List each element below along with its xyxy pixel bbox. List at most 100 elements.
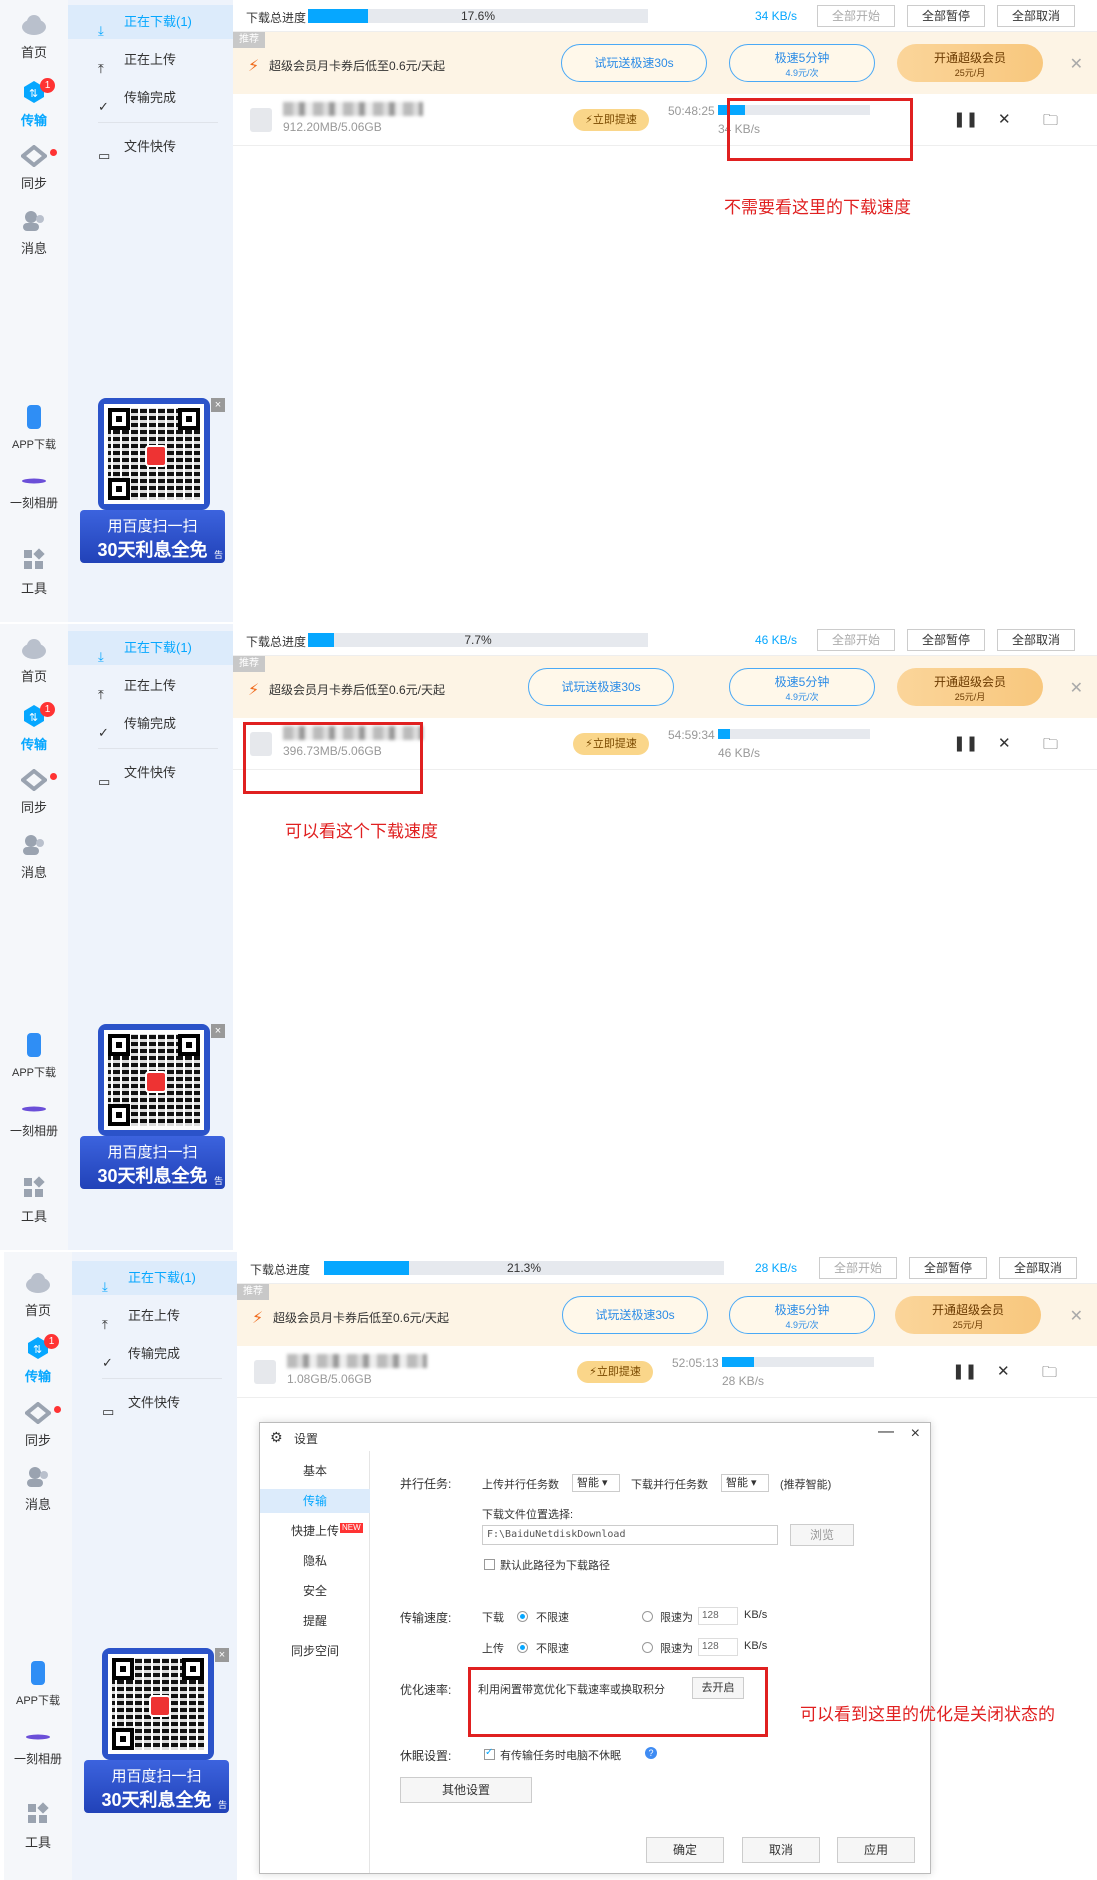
nav-messages[interactable]: 消息: [0, 210, 68, 257]
download-unlimited-radio[interactable]: [517, 1611, 528, 1622]
download-row[interactable]: 912.20MB/5.06GB ⚡立即提速 50:48:25 34 KB/s ❚…: [233, 94, 1097, 146]
folder-icon[interactable]: 🗀: [1042, 1362, 1057, 1387]
cancel-all-button[interactable]: 全部取消: [997, 5, 1075, 27]
pause-icon[interactable]: ❚❚: [953, 110, 978, 128]
nav-sync[interactable]: 同步: [0, 145, 68, 192]
apply-button[interactable]: 应用: [837, 1837, 915, 1863]
default-path-checkbox[interactable]: [484, 1559, 495, 1570]
tab-transfer[interactable]: 传输: [260, 1489, 370, 1513]
upload-unlimited-radio[interactable]: [517, 1642, 528, 1653]
upload-limit-input[interactable]: 128: [698, 1638, 738, 1656]
trial-button[interactable]: 试玩送极速30s: [561, 44, 707, 82]
download-limit-radio[interactable]: [642, 1611, 653, 1622]
subnav-quick-transfer[interactable]: ▭ 文件快传: [72, 1386, 237, 1420]
download-path-input[interactable]: F:\BaiduNetdiskDownload: [482, 1525, 778, 1545]
ok-button[interactable]: 确定: [646, 1837, 724, 1863]
nav-transfer[interactable]: ⇅ 传输 1: [4, 1334, 72, 1385]
ad-close-button[interactable]: ×: [211, 1024, 225, 1038]
nav-tools[interactable]: 工具: [4, 1802, 72, 1851]
close-button[interactable]: ×: [911, 1425, 920, 1443]
subnav-completed[interactable]: ✓ 传输完成: [68, 81, 233, 115]
no-sleep-checkbox[interactable]: [484, 1747, 495, 1760]
upload-limit-radio[interactable]: [642, 1642, 653, 1653]
nav-home[interactable]: 首页: [0, 638, 68, 685]
subnav-quick-transfer[interactable]: ▭ 文件快传: [68, 130, 233, 164]
ad-close-button[interactable]: ×: [211, 398, 225, 412]
speed-5min-button[interactable]: 极速5分钟 4.9元/次: [729, 44, 875, 82]
nav-tools[interactable]: 工具: [0, 1176, 68, 1225]
start-all-button[interactable]: 全部开始: [817, 5, 895, 27]
start-all-button[interactable]: 全部开始: [817, 629, 895, 651]
subnav-uploading[interactable]: ⤒ 正在上传: [68, 669, 233, 703]
boost-button[interactable]: ⚡立即提速: [573, 733, 649, 755]
qr-ad[interactable]: 用百度扫一扫 30天利息全免 告 ×: [80, 1024, 225, 1189]
qr-ad[interactable]: 用百度扫一扫 30天利息全免 告 ×: [84, 1648, 229, 1813]
tab-privacy[interactable]: 隐私: [260, 1549, 370, 1573]
nav-album[interactable]: 一刻相册: [0, 1102, 68, 1139]
subnav-downloading[interactable]: ⤓ 正在下载(1): [68, 631, 233, 665]
subnav-uploading[interactable]: ⤒ 正在上传: [72, 1299, 237, 1333]
nav-messages[interactable]: 消息: [4, 1466, 72, 1513]
folder-icon[interactable]: 🗀: [1043, 110, 1058, 135]
promo-close-icon[interactable]: ✕: [1070, 54, 1083, 74]
download-row[interactable]: 1.08GB/5.06GB ⚡立即提速 52:05:13 28 KB/s ❚❚ …: [237, 1346, 1097, 1398]
promo-close-icon[interactable]: ✕: [1070, 1306, 1083, 1326]
vip-button[interactable]: 开通超级会员 25元/月: [895, 1296, 1041, 1334]
speed-5min-button[interactable]: 极速5分钟 4.9元/次: [729, 668, 875, 706]
subnav-downloading[interactable]: ⤓ 正在下载(1): [72, 1261, 237, 1295]
pause-all-button[interactable]: 全部暂停: [909, 1257, 987, 1279]
nav-messages[interactable]: 消息: [0, 834, 68, 881]
nav-home[interactable]: 首页: [0, 14, 68, 61]
cancel-icon[interactable]: ✕: [998, 734, 1011, 752]
subnav-completed[interactable]: ✓ 传输完成: [72, 1337, 237, 1371]
cancel-button[interactable]: 取消: [742, 1837, 820, 1863]
nav-transfer[interactable]: ⇅ 传输 1: [0, 702, 68, 753]
cancel-all-button[interactable]: 全部取消: [997, 629, 1075, 651]
nav-album[interactable]: 一刻相册: [4, 1730, 72, 1767]
download-parallel-select[interactable]: 智能 ▾: [721, 1474, 769, 1492]
subnav-downloading[interactable]: ⤓ 正在下载(1): [68, 5, 233, 39]
start-all-button[interactable]: 全部开始: [819, 1257, 897, 1279]
trial-button[interactable]: 试玩送极速30s: [528, 668, 674, 706]
nav-app-download[interactable]: APP下载: [0, 1032, 68, 1080]
pause-icon[interactable]: ❚❚: [953, 734, 978, 752]
nav-app-download[interactable]: APP下载: [0, 404, 68, 452]
boost-button[interactable]: ⚡立即提速: [573, 109, 649, 131]
download-limit-input[interactable]: 128: [698, 1607, 738, 1625]
qr-ad[interactable]: 用百度扫一扫 30天利息全免 告 ×: [80, 398, 225, 563]
speed-5min-button[interactable]: 极速5分钟 4.9元/次: [729, 1296, 875, 1334]
pause-icon[interactable]: ❚❚: [952, 1362, 977, 1380]
nav-transfer[interactable]: ⇅ 传输 1: [0, 78, 68, 129]
subnav-completed[interactable]: ✓ 传输完成: [68, 707, 233, 741]
pause-all-button[interactable]: 全部暂停: [907, 629, 985, 651]
minimize-button[interactable]: —: [878, 1423, 894, 1441]
boost-button[interactable]: ⚡立即提速: [577, 1361, 653, 1383]
nav-home[interactable]: 首页: [4, 1272, 72, 1319]
tab-security[interactable]: 安全: [260, 1579, 370, 1603]
tab-reminder[interactable]: 提醒: [260, 1609, 370, 1633]
other-settings-button[interactable]: 其他设置: [400, 1777, 532, 1803]
help-icon[interactable]: ?: [645, 1747, 657, 1759]
tab-basic[interactable]: 基本: [260, 1459, 370, 1483]
upload-parallel-select[interactable]: 智能 ▾: [572, 1474, 620, 1492]
pause-all-button[interactable]: 全部暂停: [907, 5, 985, 27]
subnav-uploading[interactable]: ⤒ 正在上传: [68, 43, 233, 77]
nav-tools[interactable]: 工具: [0, 548, 68, 597]
folder-icon[interactable]: 🗀: [1043, 734, 1058, 759]
tab-sync-space[interactable]: 同步空间: [260, 1639, 370, 1663]
vip-button[interactable]: 开通超级会员 25元/月: [897, 44, 1043, 82]
ad-close-button[interactable]: ×: [215, 1648, 229, 1662]
cancel-all-button[interactable]: 全部取消: [999, 1257, 1077, 1279]
cancel-icon[interactable]: ✕: [998, 110, 1011, 128]
nav-sync[interactable]: 同步: [0, 769, 68, 816]
subnav-quick-transfer[interactable]: ▭ 文件快传: [68, 756, 233, 790]
nav-app-download[interactable]: APP下载: [4, 1660, 72, 1708]
vip-button[interactable]: 开通超级会员 25元/月: [897, 668, 1043, 706]
nav-album[interactable]: 一刻相册: [0, 474, 68, 511]
trial-button[interactable]: 试玩送极速30s: [562, 1296, 708, 1334]
nav-sync[interactable]: 同步: [4, 1402, 72, 1449]
browse-button[interactable]: 浏览: [790, 1524, 854, 1546]
cancel-icon[interactable]: ✕: [997, 1362, 1010, 1380]
promo-close-icon[interactable]: ✕: [1070, 678, 1083, 698]
album-icon: [26, 1734, 50, 1740]
